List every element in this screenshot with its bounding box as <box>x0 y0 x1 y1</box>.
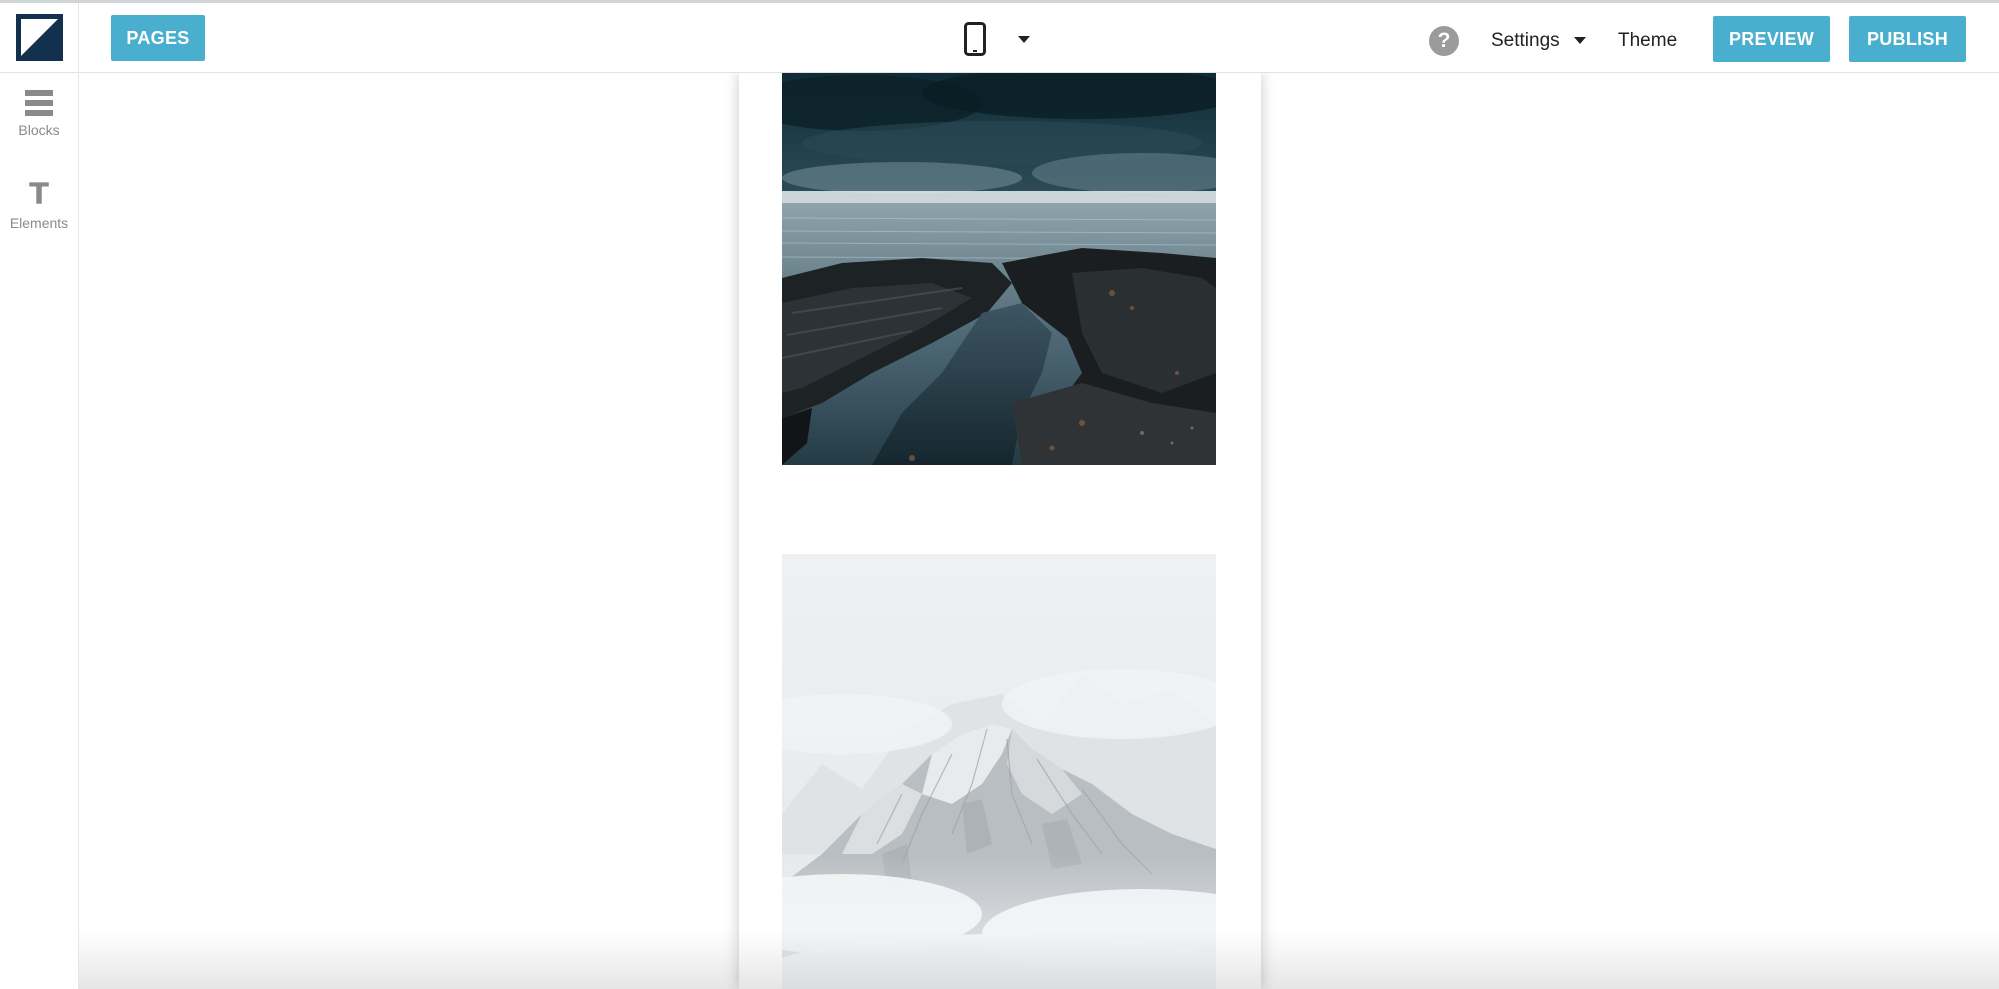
publish-button[interactable]: PUBLISH <box>1849 16 1966 62</box>
left-sidebar: Blocks T Elements <box>0 73 79 989</box>
logo-area <box>0 3 79 73</box>
preview-button[interactable]: PREVIEW <box>1713 16 1830 62</box>
app-logo-icon[interactable] <box>16 14 63 61</box>
sidebar-item-label: Blocks <box>18 122 60 138</box>
theme-link[interactable]: Theme <box>1618 27 1677 55</box>
rocky-shore-photo <box>782 73 1216 465</box>
top-toolbar: PAGES ? Settings Theme PREVIEW PUBLISH <box>0 0 1999 73</box>
sidebar-item-label: Elements <box>9 215 69 231</box>
mobile-phone-icon[interactable] <box>964 22 986 56</box>
sidebar-item-blocks[interactable]: Blocks <box>0 90 78 138</box>
settings-menu[interactable]: Settings <box>1491 27 1586 55</box>
pages-button[interactable]: PAGES <box>111 15 205 61</box>
help-icon[interactable]: ? <box>1429 26 1459 56</box>
device-switcher[interactable] <box>958 18 1038 60</box>
canvas-bottom-shadow <box>79 930 1999 989</box>
chevron-down-icon[interactable] <box>1018 36 1030 44</box>
snowy-mountain-photo <box>782 554 1216 989</box>
sidebar-item-elements[interactable]: T Elements <box>0 179 78 231</box>
image-snowy-mountain[interactable] <box>782 554 1216 989</box>
blocks-icon <box>25 90 53 116</box>
mobile-preview-frame <box>739 73 1261 989</box>
text-icon: T <box>29 177 49 211</box>
image-rocky-shore[interactable] <box>782 73 1216 465</box>
settings-label: Settings <box>1491 30 1560 51</box>
chevron-down-icon <box>1573 37 1586 44</box>
